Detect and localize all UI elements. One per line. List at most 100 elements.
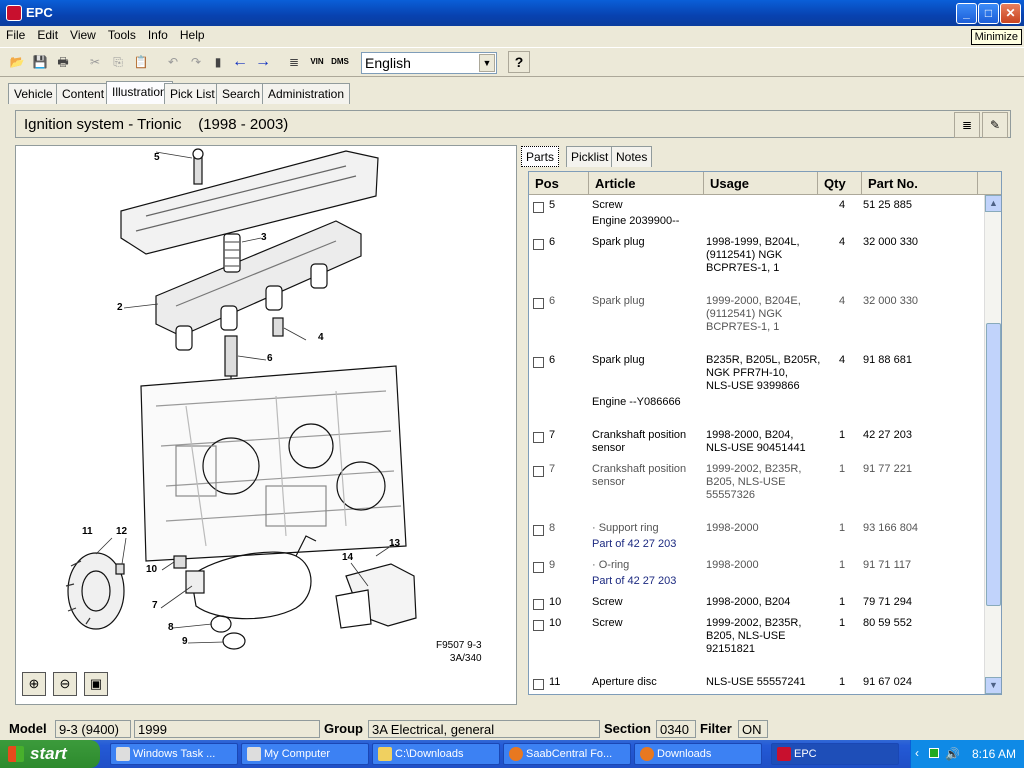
minimize-tooltip: Minimize — [970, 29, 1022, 45]
qty-cell: 1 — [839, 522, 846, 534]
callout-12[interactable]: 12 — [116, 526, 127, 537]
minimize-button[interactable]: _ — [956, 3, 977, 24]
article-cell: · Support ring — [592, 522, 659, 534]
exploded-illustration[interactable]: 5 3 2 4 6 11 12 10 7 8 9 14 13 F9507 9-3… — [15, 145, 517, 705]
forward-arrow-icon[interactable]: → — [252, 51, 274, 73]
vertical-scrollbar[interactable]: ▲ ▼ — [984, 195, 1001, 694]
print-icon[interactable]: 🖶 — [52, 51, 74, 73]
taskbar-item-downloads[interactable]: Downloads — [634, 743, 762, 765]
bookmark-icon[interactable]: ▮ — [207, 51, 229, 73]
scroll-down-icon[interactable]: ▼ — [985, 677, 1001, 694]
tray-chevron-icon[interactable]: ‹ — [915, 746, 919, 760]
parts-list-icon[interactable]: ≣ — [283, 51, 305, 73]
row-checkbox[interactable] — [533, 239, 544, 250]
menu-info[interactable]: Info — [142, 26, 174, 44]
tray-network-icon[interactable] — [929, 748, 939, 758]
row-checkbox[interactable] — [533, 202, 544, 213]
row-checkbox[interactable] — [533, 298, 544, 309]
vin-button[interactable]: VIN — [306, 51, 328, 73]
column-part-no[interactable]: Part No. — [862, 172, 978, 195]
save-icon[interactable]: 💾 — [29, 51, 51, 73]
row-checkbox[interactable] — [533, 466, 544, 477]
row-checkbox[interactable] — [533, 525, 544, 536]
back-arrow-icon[interactable]: ← — [229, 51, 251, 73]
saab-logo-icon — [777, 747, 791, 761]
callout-6[interactable]: 6 — [267, 353, 273, 364]
taskbar-item-downloads-folder[interactable]: C:\Downloads — [372, 743, 500, 765]
row-checkbox[interactable] — [533, 679, 544, 690]
tab-picklist[interactable]: Picklist — [566, 146, 614, 167]
callout-8[interactable]: 8 — [168, 622, 174, 633]
menu-help[interactable]: Help — [174, 26, 211, 44]
copy-icon[interactable]: ⎘ — [107, 51, 129, 73]
callout-2[interactable]: 2 — [117, 302, 123, 313]
scroll-up-icon[interactable]: ▲ — [985, 195, 1001, 212]
undo-icon[interactable]: ↶ — [162, 51, 184, 73]
callout-9[interactable]: 9 — [182, 636, 188, 647]
menu-tools[interactable]: Tools — [102, 26, 142, 44]
close-button[interactable]: ✕ — [1000, 3, 1021, 24]
callout-14[interactable]: 14 — [342, 552, 353, 563]
chevron-down-icon[interactable]: ▼ — [479, 54, 495, 72]
taskbar-item-saabcentral[interactable]: SaabCentral Fo... — [503, 743, 631, 765]
tab-pick-list[interactable]: Pick List — [164, 83, 221, 104]
tray-volume-icon[interactable]: 🔊 — [945, 747, 960, 761]
row-checkbox[interactable] — [533, 432, 544, 443]
menu-file[interactable]: File — [0, 26, 31, 44]
zoom-out-icon[interactable]: ⊖ — [53, 672, 77, 696]
callout-13[interactable]: 13 — [389, 538, 400, 549]
fit-to-window-icon[interactable]: ▣ — [84, 672, 108, 696]
menu-edit[interactable]: Edit — [31, 26, 64, 44]
qty-cell: 4 — [839, 236, 846, 248]
row-checkbox[interactable] — [533, 599, 544, 610]
redo-icon[interactable]: ↷ — [185, 51, 207, 73]
callout-3[interactable]: 3 — [261, 232, 267, 243]
menu-view[interactable]: View — [64, 26, 102, 44]
clock[interactable]: 8:16 AM — [972, 747, 1016, 761]
dms-button[interactable]: DMS — [329, 51, 351, 73]
callout-11[interactable]: 11 — [82, 526, 93, 537]
cut-icon[interactable]: ✂ — [84, 51, 106, 73]
article-cell: sensor — [592, 476, 626, 488]
edit-note-icon[interactable]: ✎ — [982, 112, 1008, 138]
column-article[interactable]: Article — [589, 172, 704, 195]
column-qty[interactable]: Qty — [818, 172, 862, 195]
pos-cell: 6 — [549, 354, 556, 366]
tab-administration[interactable]: Administration — [262, 83, 351, 104]
figure-reference: F9507 9-3 3A/340 — [436, 639, 482, 665]
row-checkbox[interactable] — [533, 562, 544, 573]
tab-content[interactable]: Content — [56, 83, 111, 104]
row-note: Engine 2039900-- — [592, 215, 680, 227]
qty-cell: 1 — [839, 617, 846, 629]
tab-search[interactable]: Search — [216, 83, 267, 104]
help-button[interactable]: ? — [508, 51, 530, 73]
callout-4[interactable]: 4 — [318, 332, 324, 343]
taskbar-item-epc[interactable]: EPC — [771, 743, 899, 765]
callout-10[interactable]: 10 — [146, 564, 157, 575]
add-to-picklist-icon[interactable]: ≣ — [954, 112, 980, 138]
tab-notes[interactable]: Notes — [611, 146, 653, 167]
paste-icon[interactable]: 📋 — [130, 51, 152, 73]
callout-5[interactable]: 5 — [154, 152, 160, 163]
taskbar-item-my-computer[interactable]: My Computer — [241, 743, 369, 765]
start-button[interactable]: start — [0, 740, 100, 768]
zoom-in-icon[interactable]: ⊕ — [22, 672, 46, 696]
language-select[interactable]: English ▼ — [361, 52, 497, 74]
row-checkbox[interactable] — [533, 357, 544, 368]
tab-parts[interactable]: Parts — [521, 146, 560, 167]
tab-illustration[interactable]: Illustration — [106, 81, 173, 104]
pos-cell: 7 — [549, 429, 556, 441]
scroll-thumb[interactable] — [986, 323, 1001, 606]
tab-vehicle[interactable]: Vehicle — [8, 83, 59, 104]
article-cell: Crankshaft position — [592, 429, 687, 441]
taskbar-item-label: C:\Downloads — [395, 748, 464, 760]
article-cell: Screw — [592, 617, 623, 629]
column-usage[interactable]: Usage — [704, 172, 818, 195]
open-icon[interactable]: 📂 — [6, 51, 28, 73]
callout-7[interactable]: 7 — [152, 600, 158, 611]
column-pos[interactable]: Pos — [529, 172, 589, 195]
row-checkbox[interactable] — [533, 620, 544, 631]
section-label: Section — [604, 721, 651, 736]
maximize-button[interactable]: □ — [978, 3, 999, 24]
taskbar-item-task-manager[interactable]: Windows Task ... — [110, 743, 238, 765]
